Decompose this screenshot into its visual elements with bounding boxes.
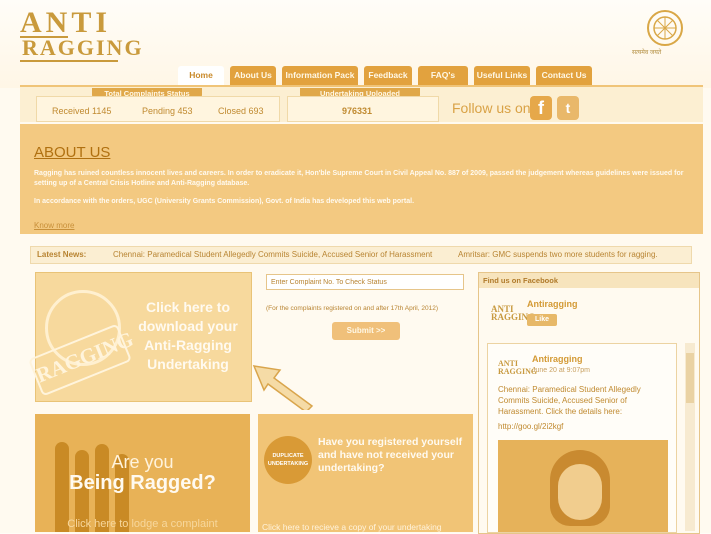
facebook-post: ANTI RAGGING Antiragging June 20 at 9:07p… <box>487 343 677 533</box>
logo-underline-2 <box>20 60 118 62</box>
duplicate-undertaking-box[interactable]: DUPLICATE UNDERTAKING Have you registere… <box>258 414 473 532</box>
news-item[interactable]: Chennai: Paramedical Student Allegedly C… <box>113 250 432 259</box>
national-emblem-icon <box>647 10 683 46</box>
facebook-page-name[interactable]: Antiragging <box>527 299 578 309</box>
anti-ragging-logo[interactable]: ANTI RAGGING <box>20 6 142 62</box>
know-more-link[interactable]: Know more <box>34 221 74 230</box>
closed-count: Closed 693 <box>218 106 264 116</box>
about-title: ABOUT US <box>34 144 111 161</box>
about-paragraph-1: Ragging has ruined countless innocent li… <box>34 170 684 187</box>
latest-news-ticker: Latest News: Chennai: Paramedical Studen… <box>30 246 692 264</box>
duplicate-undertaking-badge: DUPLICATE UNDERTAKING <box>264 436 312 484</box>
complaint-note: (For the complaints registered on and af… <box>266 305 438 312</box>
complaint-status-form: Enter Complaint No. To Check Status (For… <box>266 274 466 374</box>
tab-about-us[interactable]: About Us <box>230 66 276 85</box>
facebook-widget: Find us on Facebook ANTI RAGGING Antiragg… <box>478 272 700 534</box>
undertaking-count: 976331 <box>342 106 373 116</box>
tab-contact-us[interactable]: Contact Us <box>536 66 592 85</box>
scrollbar-thumb[interactable] <box>686 353 694 403</box>
complaint-number-input[interactable]: Enter Complaint No. To Check Status <box>266 274 464 290</box>
emblem-caption: सत्यमेव जयते <box>632 50 662 56</box>
page: ANTI RAGGING सत्यमेव जयते Home About Us … <box>0 0 711 534</box>
tab-useful-links[interactable]: Useful Links <box>474 66 530 85</box>
duplicate-question: Have you registered yourself and have no… <box>318 436 463 474</box>
submit-button[interactable]: Submit >> <box>332 322 400 340</box>
about-paragraph-2: In accordance with the orders, UGC (Univ… <box>34 198 415 205</box>
receive-copy-link[interactable]: Click here to recieve a copy of your und… <box>262 522 442 532</box>
download-undertaking-text[interactable]: Click here to download your Anti-Ragging… <box>128 298 248 374</box>
post-photo[interactable] <box>498 440 668 532</box>
person-face <box>558 464 602 520</box>
facebook-widget-title: Find us on Facebook <box>479 273 699 288</box>
tab-information-pack[interactable]: Information Pack <box>282 66 358 85</box>
news-item[interactable]: Amritsar: GMC suspends two more students… <box>458 250 658 259</box>
logo-line2: RAGGING <box>22 35 144 60</box>
post-date: June 20 at 9:07pm <box>532 367 590 374</box>
lodge-complaint-link[interactable]: Click here to lodge a complaint <box>35 518 250 530</box>
follow-us-label: Follow us on <box>452 100 531 116</box>
pending-count: Pending 453 <box>142 106 193 116</box>
about-section: ABOUT US Ragging has ruined countless in… <box>20 124 703 234</box>
post-author[interactable]: Antiragging <box>532 354 583 364</box>
being-ragged-box[interactable]: Are you Being Ragged? Click here to lodg… <box>35 414 250 532</box>
facebook-icon[interactable]: f <box>530 96 552 120</box>
tab-home[interactable]: Home <box>178 66 224 85</box>
scrollbar[interactable] <box>685 343 695 531</box>
twitter-icon[interactable]: t <box>557 96 579 120</box>
post-text: Chennai: Paramedical Student Allegedly C… <box>498 385 641 416</box>
post-link[interactable]: http://goo.gl/2i2kgf <box>498 422 563 431</box>
header: ANTI RAGGING सत्यमेव जयते Home About Us … <box>0 0 711 88</box>
being-ragged-text: Being Ragged? <box>69 472 216 494</box>
tab-faqs[interactable]: FAQ's <box>418 66 468 85</box>
like-button[interactable]: Like <box>527 314 557 326</box>
are-you-text: Are you <box>111 452 174 472</box>
tab-feedback[interactable]: Feedback <box>364 66 412 85</box>
received-count: Received 1145 <box>52 106 112 116</box>
news-label: Latest News: <box>37 250 87 259</box>
